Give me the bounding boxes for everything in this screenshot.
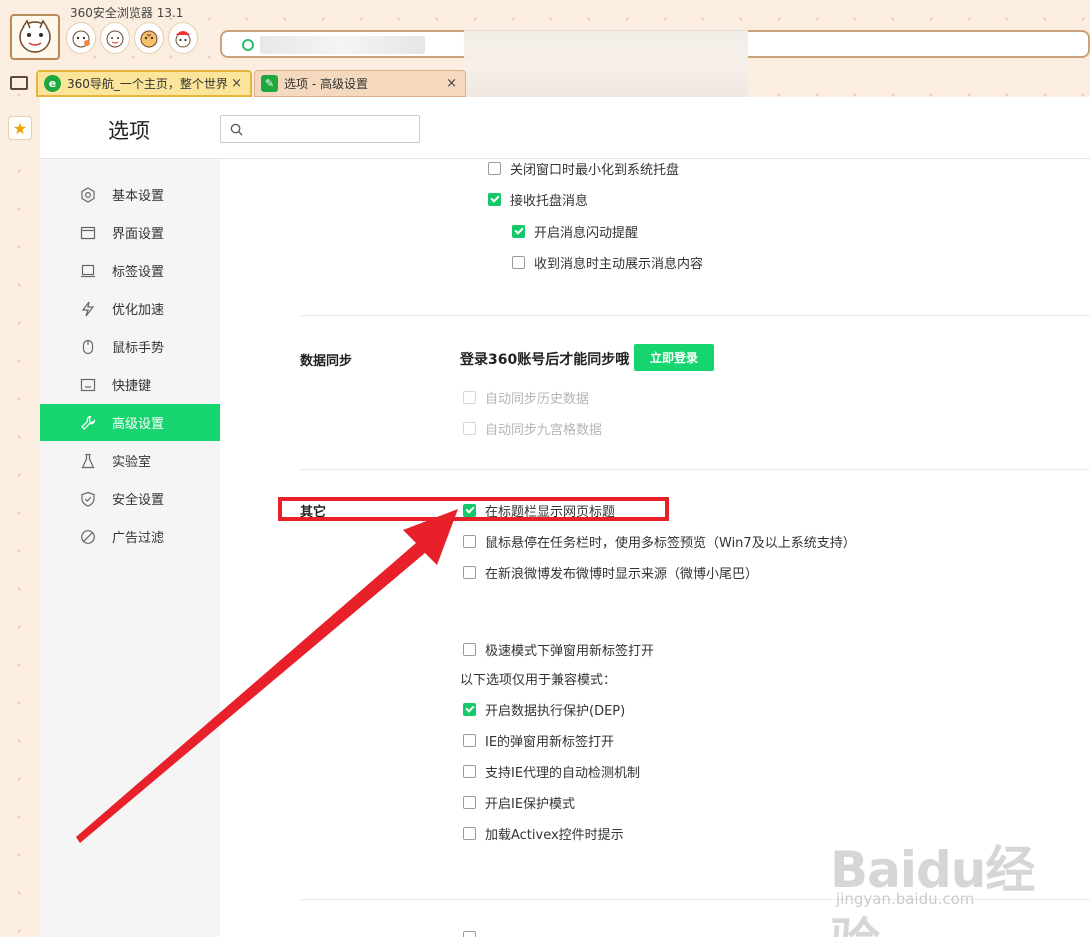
checkbox-minimize-to-tray[interactable]: 关闭窗口时最小化到系统托盘 <box>488 159 679 178</box>
checkbox[interactable] <box>488 162 501 175</box>
checkbox[interactable] <box>463 734 476 747</box>
sidebar-item-tabs[interactable]: 标签设置 <box>40 252 220 289</box>
watermark-url: jingyan.baidu.com <box>836 890 975 908</box>
tab-label: 选项 - 高级设置 <box>284 77 368 91</box>
checkbox-ie-popup-new-tab[interactable]: IE的弹窗用新标签打开 <box>463 731 614 750</box>
baidu-watermark: Baidu经验 jingyan.baidu.com <box>830 820 1060 937</box>
tab-options[interactable]: ✎ 选项 - 高级设置 × <box>254 70 466 97</box>
checkbox[interactable] <box>463 931 476 937</box>
browser-window: 360安全浏览器 13.1 e 360导航_一个主页，整个世界 × ✎ 选项 -… <box>0 0 1090 937</box>
checkbox[interactable] <box>463 827 476 840</box>
sidebar-item-label: 高级设置 <box>112 417 165 432</box>
flask-icon <box>80 453 96 469</box>
sidebar-item-ad-filter[interactable]: 广告过滤 <box>40 518 220 555</box>
sidebar-item-optimize[interactable]: 优化加速 <box>40 290 220 327</box>
search-input[interactable] <box>249 119 414 139</box>
sidebar-item-label: 标签设置 <box>112 265 165 280</box>
skin-tiger-icon[interactable] <box>134 22 164 54</box>
checkbox[interactable] <box>463 535 476 548</box>
section-divider <box>300 469 1090 470</box>
checkbox[interactable] <box>512 256 525 269</box>
tab-360-nav[interactable]: e 360导航_一个主页，整个世界 × <box>36 70 252 97</box>
close-icon[interactable]: × <box>446 76 457 91</box>
blurred-url <box>260 36 425 54</box>
section-divider <box>300 315 1090 316</box>
skin-icons <box>66 22 198 54</box>
sidebar-item-shortcuts[interactable]: 快捷键 <box>40 366 220 403</box>
sidebar-item-label: 优化加速 <box>112 303 165 318</box>
user-avatar[interactable] <box>10 14 60 60</box>
checkbox-dep[interactable]: 开启数据执行保护(DEP) <box>463 700 625 719</box>
search-box[interactable] <box>220 115 420 143</box>
window-icon <box>80 225 96 241</box>
sidebar-item-security[interactable]: 安全设置 <box>40 480 220 517</box>
close-icon[interactable]: × <box>231 76 242 91</box>
sidebar-item-label: 基本设置 <box>112 189 165 204</box>
checkbox-tray-messages[interactable]: 接收托盘消息 <box>488 190 588 209</box>
sidebar-item-label: 安全设置 <box>112 493 165 508</box>
keyboard-icon <box>80 377 96 393</box>
options-sidebar: 基本设置 界面设置 标签设置 优化加速 鼠标手势 快捷键 高级设置 实验室 安全… <box>40 159 220 937</box>
checkbox-disabled <box>463 422 476 435</box>
secure-icon <box>242 39 254 51</box>
login-button[interactable]: 立即登录 <box>634 344 714 371</box>
shield-icon <box>80 491 96 507</box>
mouse-icon <box>80 339 96 355</box>
checkbox-activex-prompt[interactable]: 加载Activex控件时提示 <box>463 824 624 843</box>
sidebar-item-mouse-gesture[interactable]: 鼠标手势 <box>40 328 220 365</box>
sync-login-notice: 登录360账号后才能同步哦 <box>460 352 630 368</box>
sidebar-item-lab[interactable]: 实验室 <box>40 442 220 479</box>
sidebar-item-label: 鼠标手势 <box>112 341 165 356</box>
tab-icon <box>80 263 96 279</box>
page-title: 选项 <box>108 119 150 143</box>
highlight-box <box>278 497 669 521</box>
skin-cat-icon[interactable] <box>66 22 96 54</box>
checkbox[interactable] <box>463 796 476 809</box>
lightning-icon <box>80 301 96 317</box>
skin-cat-two-icon[interactable] <box>100 22 130 54</box>
sidebar-item-label: 界面设置 <box>112 227 165 242</box>
skin-cat-hat-icon[interactable] <box>168 22 198 54</box>
compat-mode-note: 以下选项仅用于兼容模式： <box>460 673 617 688</box>
gear-icon <box>80 186 96 203</box>
checkbox-popup-new-tab[interactable]: 极速模式下弹窗用新标签打开 <box>463 640 654 659</box>
checkbox-partial[interactable] <box>463 931 485 937</box>
checkbox[interactable] <box>463 765 476 778</box>
search-icon <box>230 123 243 136</box>
checkbox-message-flash[interactable]: 开启消息闪动提醒 <box>512 222 638 241</box>
favorites-star-icon[interactable]: ★ <box>8 116 32 140</box>
checkbox[interactable] <box>463 566 476 579</box>
sidebar-item-label: 实验室 <box>112 455 152 470</box>
checkbox-checked[interactable] <box>463 703 476 716</box>
360-logo-icon: e <box>44 75 61 92</box>
checkbox-show-message-content[interactable]: 收到消息时主动展示消息内容 <box>512 253 703 272</box>
wrench-icon <box>80 415 96 431</box>
checkbox-ie-protected-mode[interactable]: 开启IE保护模式 <box>463 793 575 812</box>
checkbox-weibo-source[interactable]: 在新浪微博发布微博时显示来源（微博小尾巴） <box>463 563 758 582</box>
wrench-icon: ✎ <box>261 75 278 92</box>
checkbox-checked[interactable] <box>488 193 501 206</box>
checkbox-ie-proxy-detect[interactable]: 支持IE代理的自动检测机制 <box>463 762 640 781</box>
sidebar-item-label: 广告过滤 <box>112 531 165 546</box>
checkbox-sync-speed-dial: 自动同步九宫格数据 <box>463 419 602 438</box>
sidebar-item-label: 快捷键 <box>112 379 152 394</box>
checkbox-taskbar-preview[interactable]: 鼠标悬停在任务栏时，使用多标签预览（Win7及以上系统支持） <box>463 532 856 551</box>
block-icon <box>80 529 96 545</box>
checkbox-checked[interactable] <box>512 225 525 238</box>
watermark-logo: Baidu经验 <box>830 841 1035 937</box>
checkbox[interactable] <box>463 643 476 656</box>
sidebar-toggle-icon[interactable] <box>10 76 28 90</box>
app-title: 360安全浏览器 13.1 <box>70 6 184 20</box>
options-header: 选项 <box>40 97 1090 159</box>
sidebar-item-basic[interactable]: 基本设置 <box>40 176 220 213</box>
sidebar-item-advanced[interactable]: 高级设置 <box>40 404 220 441</box>
checkbox-disabled <box>463 391 476 404</box>
section-label-sync: 数据同步 <box>300 354 353 369</box>
tab-label: 360导航_一个主页，整个世界 <box>67 77 228 91</box>
cartoon-avatar-icon <box>19 19 51 53</box>
sidebar-item-interface[interactable]: 界面设置 <box>40 214 220 251</box>
checkbox-sync-history: 自动同步历史数据 <box>463 388 589 407</box>
blurred-region <box>464 30 748 100</box>
